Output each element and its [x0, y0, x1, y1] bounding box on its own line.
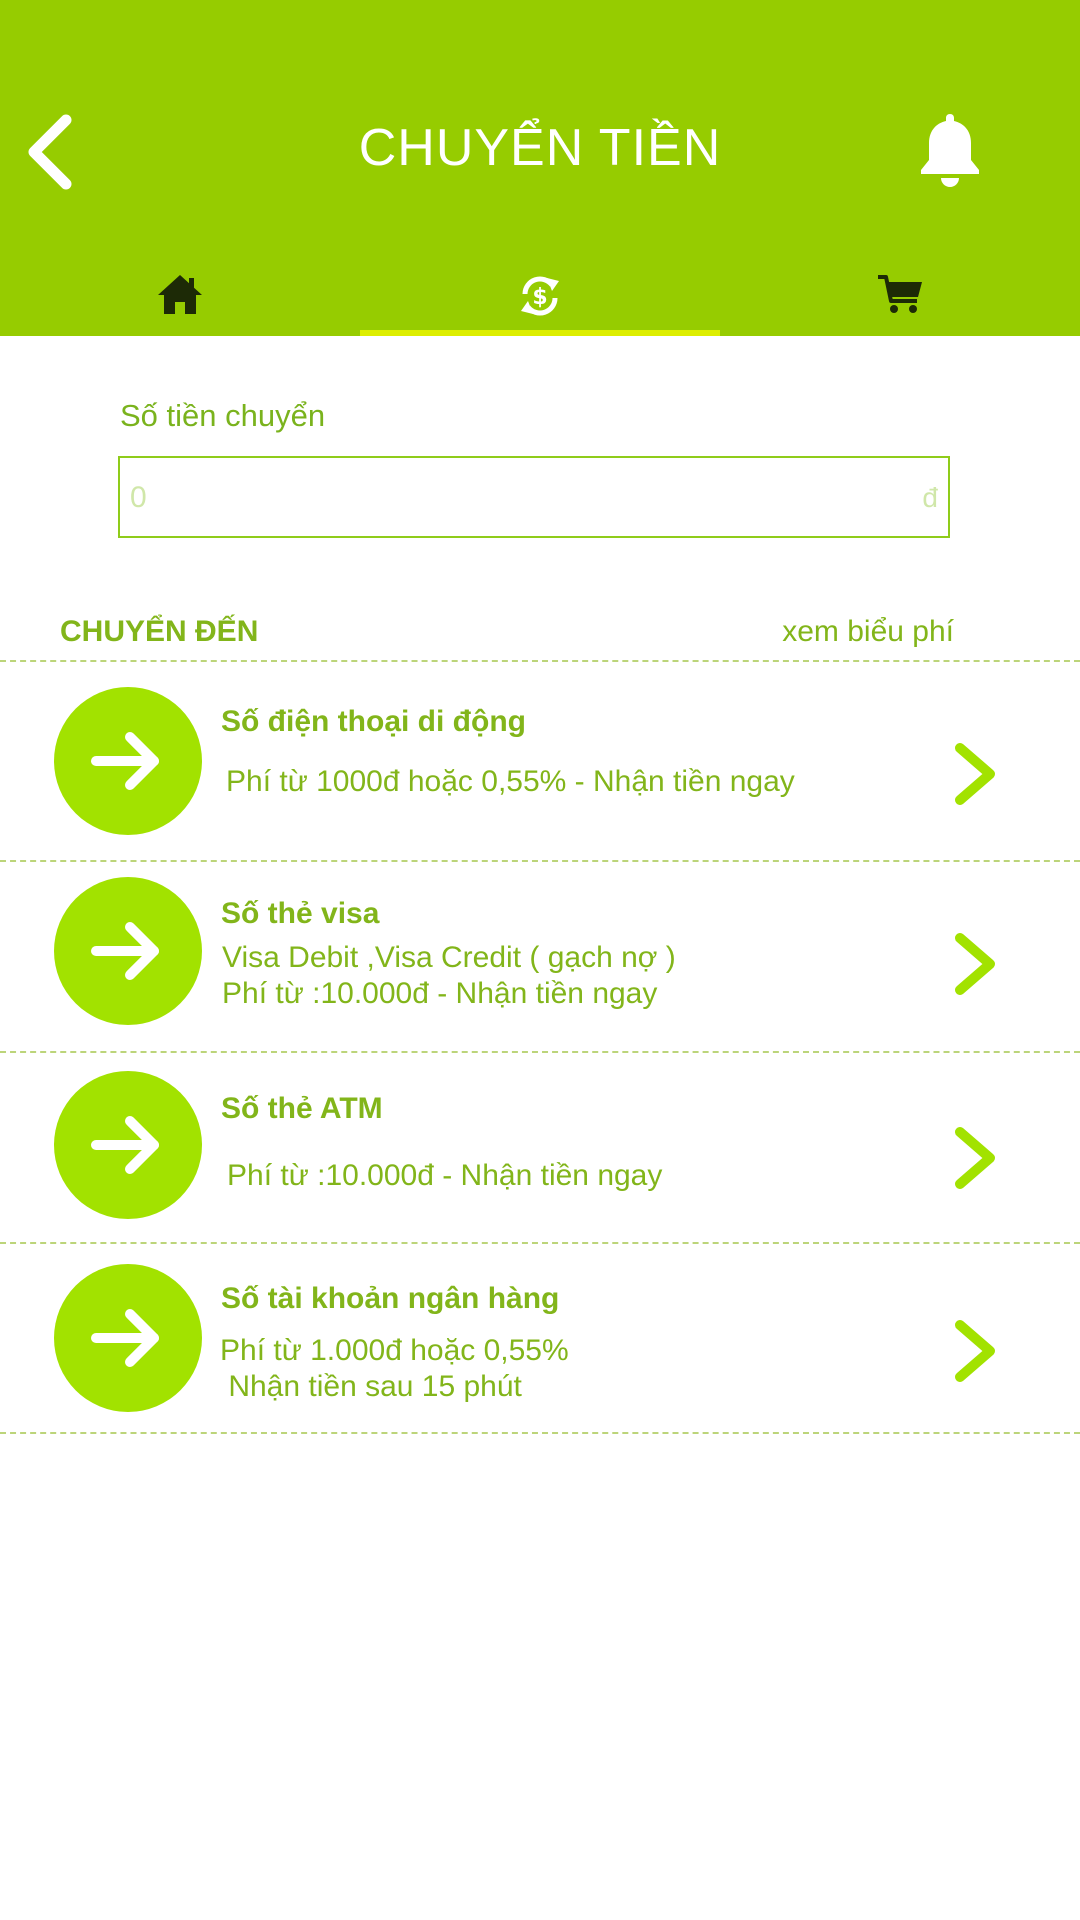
- option-arrival-text: Nhận tiền sau 15 phút: [220, 1370, 522, 1403]
- option-icon-circle: [54, 687, 202, 835]
- arrow-right-icon: [91, 732, 159, 790]
- app-header: CHUYỂN TIỀN $: [0, 0, 1080, 336]
- chevron-right-icon: [955, 1127, 995, 1189]
- amount-label: Số tiền chuyển: [120, 398, 326, 433]
- transfer-option-phone[interactable]: Số điện thoại di động Phí từ 1000đ hoặc …: [0, 665, 1080, 855]
- transfer-option-visa[interactable]: Số thẻ visa Visa Debit ,Visa Credit ( gạ…: [0, 855, 1080, 1045]
- amount-field[interactable]: đ: [118, 456, 950, 538]
- home-icon: [158, 275, 202, 314]
- option-title: Số điện thoại di động: [221, 705, 526, 738]
- transfer-option-bank-account[interactable]: Số tài khoản ngân hàng Phí từ 1.000đ hoặ…: [0, 1242, 1080, 1432]
- tab-cart[interactable]: [720, 268, 1080, 336]
- divider: [0, 660, 1080, 662]
- active-tab-indicator: [360, 330, 720, 336]
- cart-icon: [878, 275, 922, 313]
- tab-transfer[interactable]: $: [360, 268, 720, 336]
- svg-text:$: $: [532, 285, 547, 310]
- option-fee-text: Phí từ :10.000đ - Nhận tiền ngay: [222, 977, 658, 1010]
- divider: [0, 1432, 1080, 1434]
- option-fee-text: Phí từ :10.000đ - Nhận tiền ngay: [227, 1159, 663, 1192]
- notification-button[interactable]: [918, 112, 982, 188]
- option-title: Số tài khoản ngân hàng: [221, 1282, 560, 1315]
- chevron-right-icon: [955, 1320, 995, 1382]
- option-title: Số thẻ ATM: [221, 1092, 383, 1125]
- tab-home[interactable]: [0, 268, 360, 336]
- option-fee-text: Phí từ 1000đ hoặc 0,55% - Nhận tiền ngay: [226, 765, 795, 798]
- bell-icon: [921, 114, 979, 187]
- fee-schedule-link[interactable]: xem biểu phí: [782, 615, 954, 649]
- arrow-right-icon: [91, 1309, 159, 1367]
- chevron-right-icon: [955, 933, 995, 995]
- arrow-right-icon: [91, 922, 159, 980]
- transfer-option-atm[interactable]: Số thẻ ATM Phí từ :10.000đ - Nhận tiền n…: [0, 1049, 1080, 1239]
- transfer-icon: $: [521, 276, 559, 316]
- option-description: Visa Debit ,Visa Credit ( gạch nợ ): [222, 941, 676, 974]
- amount-input[interactable]: [128, 472, 892, 524]
- arrow-right-icon: [91, 1116, 159, 1174]
- option-icon-circle: [54, 1071, 202, 1219]
- currency-symbol: đ: [922, 482, 938, 513]
- option-icon-circle: [54, 1264, 202, 1412]
- section-title: CHUYỂN ĐẾN: [60, 615, 259, 648]
- chevron-right-icon: [955, 743, 995, 805]
- option-fee-text: Phí từ 1.000đ hoặc 0,55%: [220, 1334, 569, 1367]
- option-title: Số thẻ visa: [221, 897, 380, 930]
- option-icon-circle: [54, 877, 202, 1025]
